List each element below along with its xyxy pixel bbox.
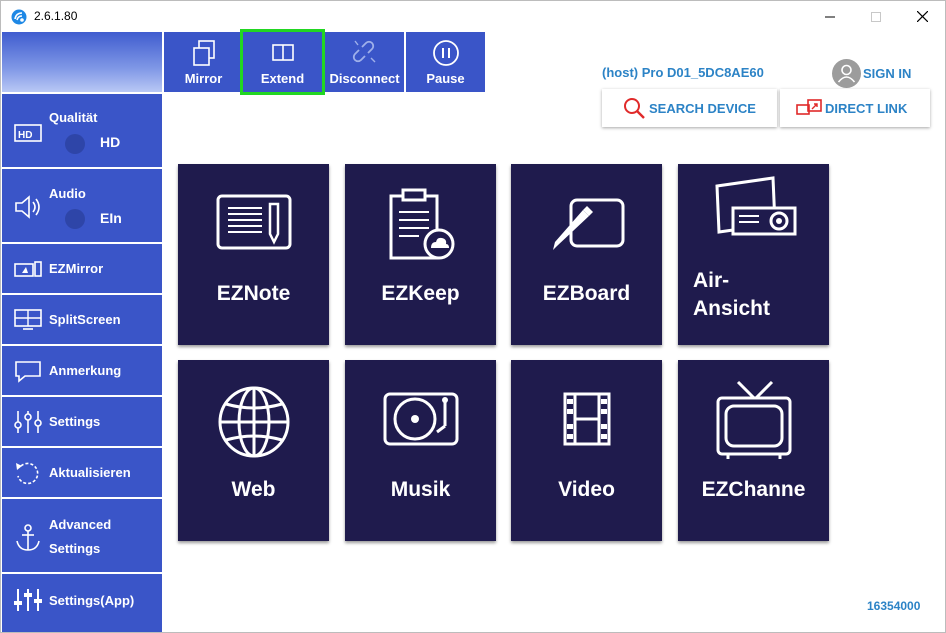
speaker-icon bbox=[15, 195, 40, 219]
ezmirror-icon bbox=[14, 261, 42, 277]
sidebar: HD Qualität HD Audio EIn EZMirror SplitS… bbox=[2, 32, 162, 632]
direct-link-button[interactable]: DIRECT LINK bbox=[780, 89, 930, 127]
tile-video[interactable]: Video bbox=[511, 360, 662, 541]
app-window: 2.6.1.80 HD Qualität HD Audio EIn EZMirr… bbox=[0, 0, 946, 633]
sidebar-item-update[interactable]: Aktualisieren bbox=[2, 446, 162, 497]
tile-label-line1: Air- bbox=[693, 269, 730, 292]
sidebar-item-settings[interactable]: Settings bbox=[2, 395, 162, 446]
tile-label: Video bbox=[558, 478, 615, 501]
anchor-icon bbox=[16, 524, 40, 551]
tile-label: EZKeep bbox=[381, 282, 460, 305]
sidebar-item-label-line2: Settings bbox=[49, 541, 101, 556]
title-bar: 2.6.1.80 bbox=[1, 1, 945, 32]
tile-web[interactable]: Web bbox=[178, 360, 329, 541]
maximize-button[interactable] bbox=[853, 1, 899, 32]
sidebar-item-label: Audio bbox=[49, 186, 86, 201]
window-title: 2.6.1.80 bbox=[34, 9, 78, 23]
close-icon bbox=[916, 11, 928, 22]
sidebar-item-label: EZMirror bbox=[49, 261, 104, 276]
quality-toggle[interactable] bbox=[65, 134, 85, 154]
globe-icon bbox=[218, 386, 289, 458]
audio-toggle[interactable] bbox=[65, 209, 85, 229]
quality-value: HD bbox=[100, 134, 121, 150]
tile-label: EZBoard bbox=[542, 282, 631, 305]
pause-icon bbox=[432, 40, 459, 66]
tile-eznote[interactable]: EZNote bbox=[178, 164, 329, 345]
tile-label: Musik bbox=[390, 478, 451, 501]
user-icon bbox=[837, 64, 856, 83]
extend-button[interactable]: Extend bbox=[240, 29, 325, 95]
hd-icon: HD bbox=[14, 124, 42, 142]
sidebar-item-label: Advanced bbox=[49, 517, 112, 532]
sidebar-item-ezmirror[interactable]: EZMirror bbox=[2, 242, 162, 293]
sidebar-header bbox=[2, 32, 162, 92]
tile-label: Web bbox=[231, 478, 276, 501]
sidebar-item-label: Aktualisieren bbox=[49, 465, 131, 480]
tile-air-view[interactable]: Air- Ansicht bbox=[678, 164, 829, 345]
tile-ezchannel[interactable]: EZChanne bbox=[678, 360, 829, 541]
sidebar-item-app-settings[interactable]: Settings(App) bbox=[2, 572, 162, 632]
direct-link-icon bbox=[796, 99, 822, 115]
sidebar-item-label: Anmerkung bbox=[49, 363, 122, 378]
maximize-icon bbox=[871, 11, 881, 22]
direct-link-label: DIRECT LINK bbox=[825, 100, 908, 116]
extend-icon bbox=[271, 44, 294, 61]
tile-label: EZChanne bbox=[701, 478, 806, 501]
tile-label-line2: Ansicht bbox=[693, 297, 771, 320]
sidebar-item-label: Settings bbox=[49, 414, 101, 429]
mirror-icon bbox=[192, 40, 215, 66]
close-button[interactable] bbox=[899, 1, 945, 32]
film-icon bbox=[563, 392, 610, 446]
mirror-button[interactable]: Mirror bbox=[164, 32, 243, 92]
sign-in-button[interactable]: SIGN IN bbox=[832, 58, 911, 88]
sidebar-item-annotation[interactable]: Anmerkung bbox=[2, 344, 162, 395]
search-icon bbox=[624, 98, 645, 119]
splitscreen-icon bbox=[14, 309, 42, 330]
tile-label: Air- Ansicht bbox=[693, 267, 829, 323]
app-logo-icon bbox=[11, 9, 27, 25]
toolbar-label: Pause bbox=[426, 71, 465, 86]
search-device-label: SEARCH DEVICE bbox=[649, 100, 756, 116]
host-device-name: (host) Pro D01_5DC8AE60 bbox=[602, 65, 764, 80]
turntable-icon bbox=[383, 392, 458, 446]
toolbar-label: Mirror bbox=[184, 71, 223, 86]
sidebar-item-label: Settings(App) bbox=[49, 593, 135, 608]
toolbar-label: Extend bbox=[260, 71, 305, 86]
tv-icon bbox=[716, 380, 791, 459]
avatar bbox=[832, 58, 861, 88]
sign-in-label: SIGN IN bbox=[863, 65, 912, 81]
whiteboard-pen-icon bbox=[552, 198, 624, 250]
svg-text:HD: HD bbox=[18, 130, 32, 141]
audio-value: EIn bbox=[100, 210, 122, 226]
minimize-icon bbox=[825, 16, 835, 17]
clipboard-cloud-icon bbox=[389, 188, 454, 260]
disconnect-icon bbox=[352, 40, 375, 63]
pause-button[interactable]: Pause bbox=[406, 32, 485, 92]
notepad-pen-icon bbox=[216, 194, 291, 250]
sliders-icon bbox=[14, 411, 42, 433]
sidebar-item-label: Qualität bbox=[49, 110, 98, 125]
sidebar-item-label: SplitScreen bbox=[49, 312, 121, 327]
search-device-button[interactable]: SEARCH DEVICE bbox=[602, 89, 777, 127]
sidebar-item-advanced-settings[interactable]: Advanced Settings bbox=[2, 497, 162, 572]
sidebar-item-quality[interactable]: HD Qualität HD bbox=[2, 92, 162, 167]
sidebar-item-audio[interactable]: Audio EIn bbox=[2, 167, 162, 242]
refresh-icon bbox=[16, 462, 39, 485]
sidebar-item-splitscreen[interactable]: SplitScreen bbox=[2, 293, 162, 344]
minimize-button[interactable] bbox=[807, 1, 853, 32]
tile-ezboard[interactable]: EZBoard bbox=[511, 164, 662, 345]
comment-icon bbox=[15, 361, 41, 383]
tile-ezkeep[interactable]: EZKeep bbox=[345, 164, 496, 345]
equalizer-icon bbox=[14, 589, 42, 611]
toolbar-label: Disconnect bbox=[329, 71, 400, 86]
tile-music[interactable]: Musik bbox=[345, 360, 496, 541]
projector-icon bbox=[714, 176, 796, 236]
tile-label: EZNote bbox=[216, 282, 291, 305]
footer-code: 16354000 bbox=[867, 599, 921, 613]
disconnect-button[interactable]: Disconnect bbox=[325, 32, 404, 92]
